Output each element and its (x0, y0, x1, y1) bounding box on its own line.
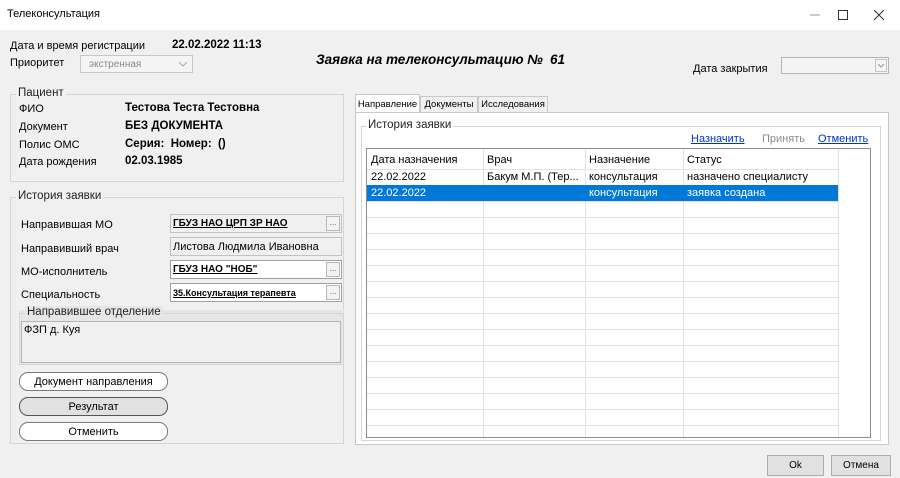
referring-mo-lookup-button[interactable]: ... (326, 216, 340, 231)
minimize-icon (810, 14, 820, 16)
patient-policy-label: Полис ОМС (19, 139, 80, 151)
referring-doctor-field[interactable]: Листова Людмила Ивановна (170, 237, 342, 256)
accept-link[interactable]: Принять (762, 133, 805, 145)
grid-row-line (367, 297, 838, 298)
history-panel-legend: История заявки (366, 119, 454, 131)
priority-label: Приоритет (10, 57, 65, 69)
priority-select-value: экстренная (89, 58, 142, 70)
patient-document-label: Документ (19, 121, 68, 133)
registration-label: Дата и время регистрации (10, 40, 146, 52)
department-textarea[interactable]: ФЗП д. Куя (21, 321, 341, 363)
referring-mo-field[interactable]: ГБУЗ НАО ЦРП ЗР НАО ... (170, 214, 342, 233)
grid-row-line (367, 265, 838, 266)
department-legend: Направившее отделение (25, 306, 163, 318)
title-bar (0, 0, 900, 30)
grid-row-line (367, 361, 838, 362)
history-grid[interactable]: Дата назначения Врач Назначение Статус 2… (366, 148, 871, 438)
grid-col-divider (838, 149, 839, 437)
grid-row-line (367, 249, 838, 250)
tab-documents[interactable]: Документы (420, 96, 478, 112)
specialty-lookup-button[interactable]: ... (326, 285, 340, 300)
registration-value: 22.02.2022 11:13 (172, 39, 262, 51)
referral-document-button[interactable]: Документ направления (19, 372, 168, 391)
tab-studies[interactable]: Исследования (478, 96, 548, 112)
grid-row-line (367, 233, 838, 234)
window-title: Телеконсультация (7, 8, 101, 20)
close-date-picker[interactable] (781, 57, 889, 74)
close-icon (874, 10, 884, 20)
calendar-dropdown-icon (875, 59, 887, 72)
patient-name-label: ФИО (19, 103, 44, 115)
specialty-label: Специальность (21, 289, 101, 301)
close-window-button[interactable] (862, 0, 896, 30)
patient-birthdate-label: Дата рождения (19, 156, 97, 168)
request-title: Заявка на телеконсультацию № (316, 52, 543, 67)
referring-mo-label: Направившая МО (21, 219, 113, 231)
table-row-0-status[interactable]: назначено специалисту (683, 169, 838, 185)
tab-referral[interactable]: Направление (355, 94, 420, 113)
maximize-button[interactable] (826, 0, 860, 30)
grid-row-line (367, 329, 838, 330)
cancel-link[interactable]: Отменить (818, 133, 868, 145)
patient-legend: Пациент (16, 87, 66, 99)
request-number: 61 (550, 52, 566, 67)
cancel-button[interactable]: Отмена (831, 455, 891, 476)
column-header-status[interactable]: Статус (683, 152, 838, 168)
table-row-0-doctor[interactable]: Бакум М.П. (Тер... (483, 169, 585, 185)
table-row-0-assignment[interactable]: консультация (585, 169, 683, 185)
column-header-doctor[interactable]: Врач (483, 152, 585, 168)
grid-row-line (367, 377, 838, 378)
patient-name-value: Тестова Теста Тестовна (125, 102, 260, 114)
chevron-down-icon (176, 57, 190, 71)
priority-select[interactable]: экстренная (80, 55, 193, 73)
close-date-label: Дата закрытия (693, 63, 768, 75)
grid-row-line (367, 393, 838, 394)
cancel-request-button[interactable]: Отменить (19, 422, 168, 441)
department-value: ФЗП д. Куя (24, 324, 81, 336)
table-row-1-doctor[interactable] (483, 185, 585, 201)
table-row-1-status[interactable]: заявка создана (683, 185, 838, 201)
grid-row-line (367, 409, 838, 410)
specialty-value: 35.Консультация терапевта (173, 287, 296, 298)
patient-birthdate-value: 02.03.1985 (125, 155, 183, 167)
table-row-0-date[interactable]: 22.02.2022 (367, 169, 483, 185)
patient-policy-value: Серия: Номер: () (125, 138, 226, 150)
assign-link[interactable]: Назначить (691, 133, 745, 145)
table-row-1-date[interactable]: 22.02.2022 (367, 185, 483, 201)
column-header-assignment[interactable]: Назначение (585, 152, 683, 168)
column-header-date[interactable]: Дата назначения (367, 152, 483, 168)
referring-doctor-label: Направивший врач (21, 243, 119, 255)
grid-row-line (367, 425, 838, 426)
referring-mo-value: ГБУЗ НАО ЦРП ЗР НАО (173, 218, 288, 229)
ok-button[interactable]: Ok (767, 455, 824, 476)
maximize-icon (838, 10, 848, 20)
grid-row-line (367, 217, 838, 218)
executor-mo-field[interactable]: ГБУЗ НАО "НОБ" ... (170, 260, 342, 279)
grid-row-line (367, 201, 838, 202)
grid-row-line (367, 345, 838, 346)
grid-row-line (367, 281, 838, 282)
specialty-field[interactable]: 35.Консультация терапевта ... (170, 283, 342, 302)
executor-mo-label: МО-исполнитель (21, 266, 108, 278)
grid-row-line (367, 313, 838, 314)
history-left-legend: История заявки (16, 190, 104, 202)
result-button[interactable]: Результат (19, 397, 168, 416)
table-row-1-assignment[interactable]: консультация (585, 185, 683, 201)
executor-mo-value: ГБУЗ НАО "НОБ" (173, 264, 258, 275)
executor-mo-lookup-button[interactable]: ... (326, 262, 340, 277)
patient-document-value: БЕЗ ДОКУМЕНТА (125, 120, 224, 132)
referring-doctor-value: Листова Людмила Ивановна (173, 240, 319, 253)
